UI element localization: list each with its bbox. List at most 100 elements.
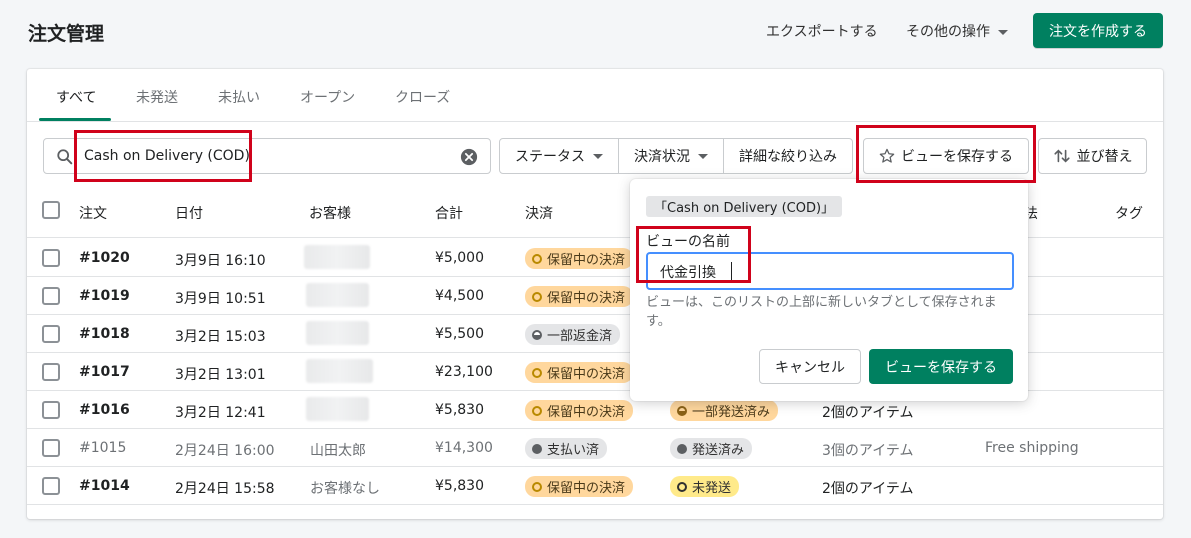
view-name-input[interactable]: 代金引換 [646, 252, 1014, 290]
row-checkbox[interactable] [42, 287, 60, 305]
status-dot-icon [532, 367, 542, 378]
order-total: ¥23,100 [435, 364, 493, 380]
col-payment[interactable]: 決済 [525, 203, 553, 223]
status-dot-icon [677, 443, 687, 454]
payment-status-label: 保留中の決済 [547, 253, 626, 268]
row-checkbox[interactable] [42, 401, 60, 419]
export-button[interactable]: エクスポートする [766, 21, 878, 41]
order-date: 3月2日 12:41 [175, 405, 266, 421]
payment-status-badge: 保留中の決済 [525, 476, 634, 497]
payment-status-badge: 保留中の決済 [525, 400, 634, 421]
row-checkbox[interactable] [42, 249, 60, 267]
table-row[interactable]: #1015 2月24日 16:00 山田太郎 ¥14,300 支払い済 発送済み… [27, 429, 1163, 467]
tab-all[interactable]: すべて [56, 87, 96, 107]
fulfillment-status-label: 一部発送済み [692, 405, 771, 420]
sort-label: 並び替え [1076, 149, 1133, 165]
status-filter-button[interactable]: ステータス [499, 138, 619, 174]
order-number[interactable]: #1014 [79, 478, 130, 494]
col-order[interactable]: 注文 [79, 203, 107, 223]
applied-filter-tag: 「Cash on Delivery (COD)」 [646, 196, 843, 217]
col-date[interactable]: 日付 [175, 203, 203, 223]
payment-status-badge: 保留中の決済 [525, 286, 634, 307]
item-count: 2個のアイテム [822, 405, 914, 421]
cancel-button[interactable]: キャンセル [759, 349, 861, 384]
search-input[interactable]: Cash on Delivery (COD) [43, 138, 491, 174]
tab-open[interactable]: オープン [300, 87, 355, 107]
status-dot-icon [532, 405, 542, 416]
row-checkbox[interactable] [42, 477, 60, 495]
select-all-checkbox[interactable] [42, 201, 60, 219]
more-actions-label: その他の操作 [906, 24, 990, 40]
tab-unfulfilled[interactable]: 未発送 [136, 87, 178, 107]
create-order-button[interactable]: 注文を作成する [1033, 13, 1163, 48]
more-actions-button[interactable]: その他の操作 [906, 21, 1008, 41]
star-icon [879, 148, 895, 163]
row-checkbox[interactable] [42, 325, 60, 343]
save-view-popover: 「Cash on Delivery (COD)」 ビューの名前 代金引換 ビュー… [630, 179, 1028, 401]
view-help-text: ビューは、このリストの上部に新しいタブとして保存されます。 [646, 295, 997, 329]
order-number[interactable]: #1016 [79, 402, 130, 418]
payment-filter-button[interactable]: 決済状況 [618, 138, 724, 174]
delivery-method: Free shipping [985, 440, 1079, 456]
order-number[interactable]: #1019 [79, 288, 130, 304]
text-cursor [731, 262, 732, 280]
order-number[interactable]: #1018 [79, 326, 130, 342]
table-row[interactable]: #1014 2月24日 15:58 お客様なし ¥5,830 保留中の決済 未発… [27, 467, 1163, 505]
tab-bar: すべて 未発送 未払い オープン クローズ [27, 69, 1163, 122]
col-tags[interactable]: タグ [1115, 203, 1143, 223]
caret-down-icon [698, 153, 708, 159]
status-filter-label: ステータス [515, 149, 585, 165]
status-dot-icon [677, 405, 687, 416]
payment-status-label: 保留中の決済 [547, 291, 626, 306]
row-checkbox[interactable] [42, 439, 60, 457]
order-date: 3月2日 13:01 [175, 367, 266, 383]
order-total: ¥5,830 [435, 402, 484, 418]
save-view-confirm-button[interactable]: ビューを保存する [869, 349, 1013, 384]
view-name-label: ビューの名前 [646, 234, 730, 250]
clear-search-icon[interactable] [460, 148, 478, 166]
order-total: ¥5,000 [435, 250, 484, 266]
payment-status-badge: 支払い済 [525, 438, 608, 459]
fulfillment-status-badge: 未発送 [670, 476, 740, 497]
customer-redacted [306, 283, 369, 307]
status-dot-icon [532, 443, 542, 454]
fulfillment-status-badge: 発送済み [670, 438, 753, 459]
save-view-button[interactable]: ビューを保存する [863, 138, 1029, 174]
customer-redacted [306, 397, 369, 421]
active-tab-indicator [39, 118, 111, 121]
row-checkbox[interactable] [42, 363, 60, 381]
payment-status-label: 保留中の決済 [547, 405, 626, 420]
payment-status-label: 保留中の決済 [547, 367, 626, 382]
status-dot-icon [677, 481, 687, 492]
save-view-label: ビューを保存する [901, 149, 1013, 165]
order-number[interactable]: #1020 [79, 250, 130, 266]
sort-arrows-icon [1053, 149, 1070, 163]
tab-unpaid[interactable]: 未払い [218, 87, 260, 107]
payment-status-label: 保留中の決済 [547, 481, 626, 496]
item-count: 2個のアイテム [822, 481, 914, 497]
col-total[interactable]: 合計 [435, 203, 463, 223]
customer-redacted [306, 321, 369, 345]
caret-down-icon [998, 29, 1008, 35]
order-total: ¥5,500 [435, 326, 484, 342]
order-number[interactable]: #1015 [79, 440, 126, 456]
customer-redacted [304, 245, 370, 269]
payment-status-badge: 保留中の決済 [525, 362, 634, 383]
search-icon [57, 149, 73, 165]
order-number[interactable]: #1017 [79, 364, 130, 380]
search-value: Cash on Delivery (COD) [84, 148, 250, 164]
item-count: 3個のアイテム [822, 443, 914, 459]
more-filters-button[interactable]: 詳細な絞り込み [723, 138, 853, 174]
col-customer[interactable]: お客様 [309, 203, 351, 223]
status-dot-icon [532, 291, 542, 302]
order-date: 3月9日 10:51 [175, 291, 266, 307]
sort-button[interactable]: 並び替え [1038, 138, 1147, 174]
customer-name: お客様なし [310, 481, 380, 497]
fulfillment-status-badge: 一部発送済み [670, 400, 779, 421]
fulfillment-status-label: 発送済み [692, 443, 745, 458]
status-dot-icon [532, 329, 542, 340]
tab-closed[interactable]: クローズ [395, 87, 450, 107]
view-name-value: 代金引換 [660, 265, 716, 281]
payment-filter-label: 決済状況 [634, 149, 690, 165]
order-date: 2月24日 16:00 [175, 443, 275, 459]
